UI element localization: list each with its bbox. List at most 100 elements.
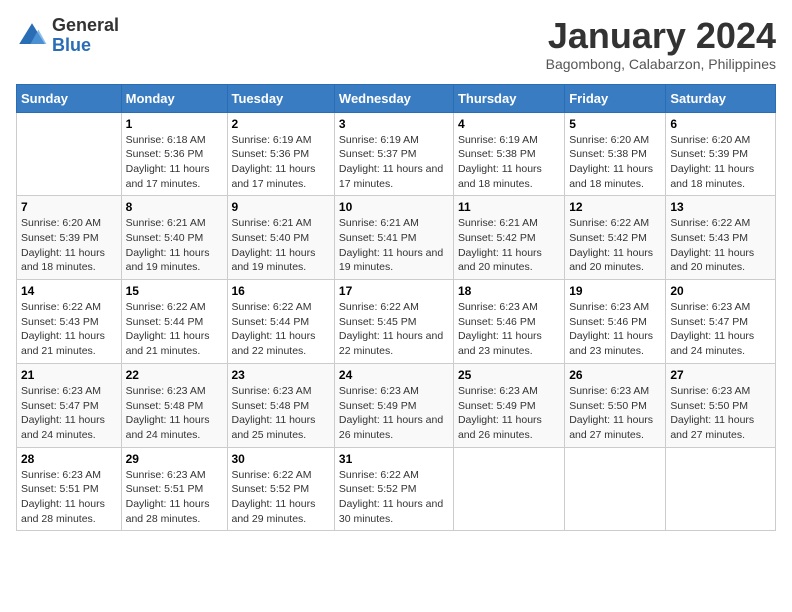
day-number: 22: [126, 368, 223, 382]
day-cell: 16Sunrise: 6:22 AMSunset: 5:44 PMDayligh…: [227, 280, 334, 364]
day-cell: 24 Sunrise: 6:23 AMSunset: 5:49 PMDayligh…: [334, 363, 453, 447]
day-cell: 18 Sunrise: 6:23 AMSunset: 5:46 PMDayligh…: [453, 280, 564, 364]
day-info: Sunrise: 6:23 AMSunset: 5:50 PMDaylight:…: [670, 384, 771, 443]
day-info: Sunrise: 6:23 AMSunset: 5:51 PMDaylight:…: [21, 468, 117, 527]
day-info: Sunrise: 6:23 AMSunset: 5:49 PMDaylight:…: [458, 384, 560, 443]
day-number: 8: [126, 200, 223, 214]
page-header: General Blue January 2024 Bagombong, Cal…: [16, 16, 776, 72]
day-info: Sunrise: 6:20 AMSunset: 5:39 PMDaylight:…: [21, 216, 117, 275]
day-number: 18: [458, 284, 560, 298]
day-cell: [17, 112, 122, 196]
day-cell: 20 Sunrise: 6:23 AMSunset: 5:47 PMDayligh…: [666, 280, 776, 364]
header-cell-wednesday: Wednesday: [334, 84, 453, 112]
day-cell: 8 Sunrise: 6:21 AMSunset: 5:40 PMDaylight…: [121, 196, 227, 280]
day-number: 31: [339, 452, 449, 466]
day-cell: 13Sunrise: 6:22 AMSunset: 5:43 PMDayligh…: [666, 196, 776, 280]
day-cell: 23 Sunrise: 6:23 AMSunset: 5:48 PMDayligh…: [227, 363, 334, 447]
header-row: SundayMondayTuesdayWednesdayThursdayFrid…: [17, 84, 776, 112]
calendar-header: SundayMondayTuesdayWednesdayThursdayFrid…: [17, 84, 776, 112]
day-cell: 22Sunrise: 6:23 AMSunset: 5:48 PMDayligh…: [121, 363, 227, 447]
day-info: Sunrise: 6:23 AMSunset: 5:50 PMDaylight:…: [569, 384, 661, 443]
day-info: Sunrise: 6:23 AMSunset: 5:47 PMDaylight:…: [21, 384, 117, 443]
header-cell-saturday: Saturday: [666, 84, 776, 112]
day-info: Sunrise: 6:20 AMSunset: 5:38 PMDaylight:…: [569, 133, 661, 192]
day-cell: 2 Sunrise: 6:19 AMSunset: 5:36 PMDaylight…: [227, 112, 334, 196]
day-cell: 3 Sunrise: 6:19 AMSunset: 5:37 PMDaylight…: [334, 112, 453, 196]
day-number: 14: [21, 284, 117, 298]
day-info: Sunrise: 6:19 AMSunset: 5:37 PMDaylight:…: [339, 133, 449, 192]
header-cell-tuesday: Tuesday: [227, 84, 334, 112]
day-cell: 10Sunrise: 6:21 AMSunset: 5:41 PMDayligh…: [334, 196, 453, 280]
day-cell: 30Sunrise: 6:22 AMSunset: 5:52 PMDayligh…: [227, 447, 334, 531]
day-info: Sunrise: 6:19 AMSunset: 5:36 PMDaylight:…: [232, 133, 330, 192]
day-info: Sunrise: 6:21 AMSunset: 5:40 PMDaylight:…: [126, 216, 223, 275]
week-row-3: 14 Sunrise: 6:22 AMSunset: 5:43 PMDayligh…: [17, 280, 776, 364]
logo-general: General: [52, 15, 119, 35]
day-cell: 28 Sunrise: 6:23 AMSunset: 5:51 PMDayligh…: [17, 447, 122, 531]
logo-blue: Blue: [52, 35, 91, 55]
calendar-body: 1 Sunrise: 6:18 AMSunset: 5:36 PMDaylight…: [17, 112, 776, 531]
location: Bagombong, Calabarzon, Philippines: [546, 56, 776, 72]
day-cell: 29Sunrise: 6:23 AMSunset: 5:51 PMDayligh…: [121, 447, 227, 531]
header-cell-thursday: Thursday: [453, 84, 564, 112]
day-cell: 9 Sunrise: 6:21 AMSunset: 5:40 PMDaylight…: [227, 196, 334, 280]
day-number: 24: [339, 368, 449, 382]
day-number: 28: [21, 452, 117, 466]
day-info: Sunrise: 6:23 AMSunset: 5:46 PMDaylight:…: [569, 300, 661, 359]
logo-icon: [16, 20, 48, 52]
day-number: 2: [232, 117, 330, 131]
day-number: 17: [339, 284, 449, 298]
day-info: Sunrise: 6:23 AMSunset: 5:48 PMDaylight:…: [232, 384, 330, 443]
week-row-2: 7 Sunrise: 6:20 AMSunset: 5:39 PMDaylight…: [17, 196, 776, 280]
day-number: 12: [569, 200, 661, 214]
day-number: 26: [569, 368, 661, 382]
day-number: 16: [232, 284, 330, 298]
day-number: 9: [232, 200, 330, 214]
header-cell-sunday: Sunday: [17, 84, 122, 112]
day-info: Sunrise: 6:23 AMSunset: 5:49 PMDaylight:…: [339, 384, 449, 443]
day-cell: 5 Sunrise: 6:20 AMSunset: 5:38 PMDaylight…: [565, 112, 666, 196]
day-info: Sunrise: 6:22 AMSunset: 5:43 PMDaylight:…: [21, 300, 117, 359]
day-cell: 25 Sunrise: 6:23 AMSunset: 5:49 PMDayligh…: [453, 363, 564, 447]
day-number: 15: [126, 284, 223, 298]
day-cell: 4Sunrise: 6:19 AMSunset: 5:38 PMDaylight…: [453, 112, 564, 196]
day-number: 27: [670, 368, 771, 382]
day-cell: [666, 447, 776, 531]
day-cell: 11Sunrise: 6:21 AMSunset: 5:42 PMDayligh…: [453, 196, 564, 280]
day-info: Sunrise: 6:22 AMSunset: 5:52 PMDaylight:…: [232, 468, 330, 527]
day-cell: 19Sunrise: 6:23 AMSunset: 5:46 PMDayligh…: [565, 280, 666, 364]
day-info: Sunrise: 6:20 AMSunset: 5:39 PMDaylight:…: [670, 133, 771, 192]
day-number: 4: [458, 117, 560, 131]
day-info: Sunrise: 6:23 AMSunset: 5:47 PMDaylight:…: [670, 300, 771, 359]
day-cell: 15 Sunrise: 6:22 AMSunset: 5:44 PMDayligh…: [121, 280, 227, 364]
day-number: 23: [232, 368, 330, 382]
week-row-1: 1 Sunrise: 6:18 AMSunset: 5:36 PMDaylight…: [17, 112, 776, 196]
logo-text: General Blue: [52, 16, 119, 56]
day-cell: 26 Sunrise: 6:23 AMSunset: 5:50 PMDayligh…: [565, 363, 666, 447]
day-number: 11: [458, 200, 560, 214]
day-number: 7: [21, 200, 117, 214]
day-info: Sunrise: 6:23 AMSunset: 5:46 PMDaylight:…: [458, 300, 560, 359]
day-info: Sunrise: 6:22 AMSunset: 5:42 PMDaylight:…: [569, 216, 661, 275]
day-info: Sunrise: 6:21 AMSunset: 5:40 PMDaylight:…: [232, 216, 330, 275]
calendar-table: SundayMondayTuesdayWednesdayThursdayFrid…: [16, 84, 776, 532]
day-info: Sunrise: 6:18 AMSunset: 5:36 PMDaylight:…: [126, 133, 223, 192]
month-title: January 2024: [546, 16, 776, 56]
day-cell: [565, 447, 666, 531]
day-info: Sunrise: 6:22 AMSunset: 5:45 PMDaylight:…: [339, 300, 449, 359]
week-row-5: 28 Sunrise: 6:23 AMSunset: 5:51 PMDayligh…: [17, 447, 776, 531]
title-block: January 2024 Bagombong, Calabarzon, Phil…: [546, 16, 776, 72]
day-number: 10: [339, 200, 449, 214]
day-number: 1: [126, 117, 223, 131]
day-number: 25: [458, 368, 560, 382]
day-cell: 14 Sunrise: 6:22 AMSunset: 5:43 PMDayligh…: [17, 280, 122, 364]
day-cell: 12 Sunrise: 6:22 AMSunset: 5:42 PMDayligh…: [565, 196, 666, 280]
day-number: 20: [670, 284, 771, 298]
logo: General Blue: [16, 16, 119, 56]
day-info: Sunrise: 6:23 AMSunset: 5:51 PMDaylight:…: [126, 468, 223, 527]
day-info: Sunrise: 6:22 AMSunset: 5:44 PMDaylight:…: [126, 300, 223, 359]
day-number: 5: [569, 117, 661, 131]
day-info: Sunrise: 6:22 AMSunset: 5:43 PMDaylight:…: [670, 216, 771, 275]
day-cell: 31Sunrise: 6:22 AMSunset: 5:52 PMDayligh…: [334, 447, 453, 531]
day-number: 3: [339, 117, 449, 131]
